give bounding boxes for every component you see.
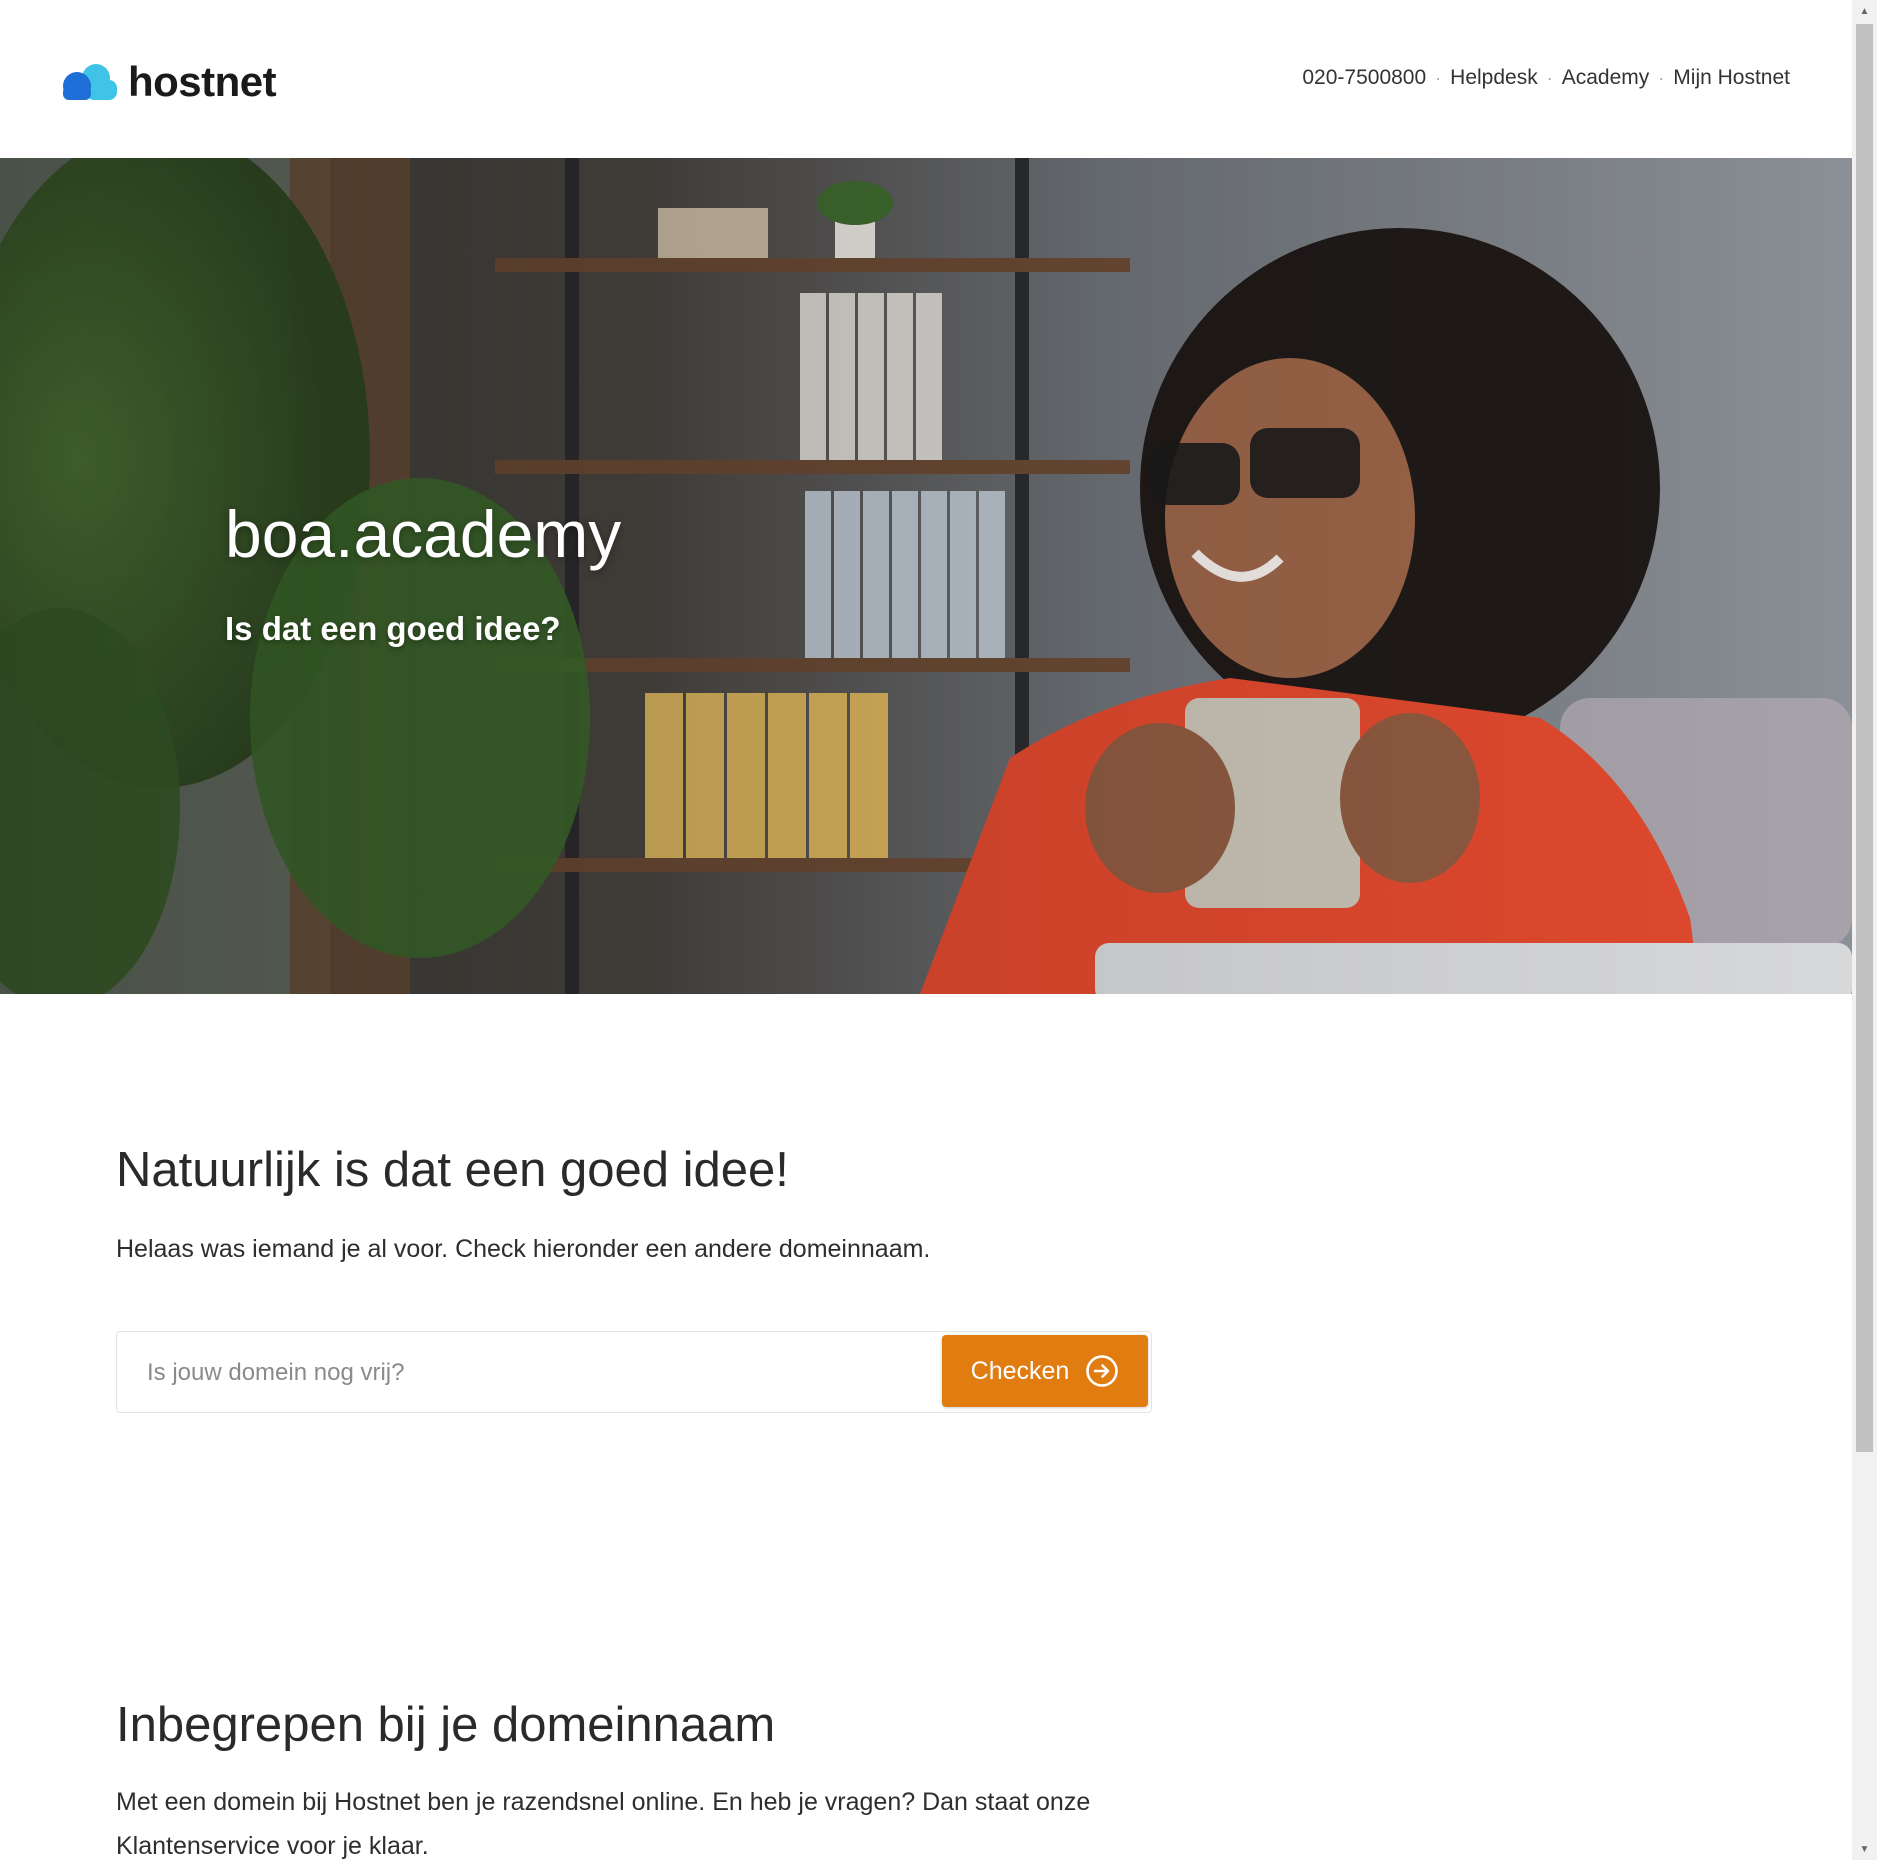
domain-search-bar: Checken [116, 1331, 1152, 1413]
included-text-line2: Klantenservice voor je klaar. [116, 1832, 429, 1860]
page: hostnet 020-7500800 · Helpdesk · Academy… [0, 0, 1852, 1860]
hero-question: Is dat een goed idee? [225, 610, 561, 647]
hero-photo [0, 158, 1852, 994]
top-nav: 020-7500800 · Helpdesk · Academy · Mijn … [1302, 66, 1790, 90]
result-text: Helaas was iemand je al voor. Check hier… [116, 1235, 931, 1263]
scroll-down-arrow-icon[interactable]: ▼ [1852, 1838, 1877, 1860]
nav-phone-link[interactable]: 020-7500800 [1302, 66, 1426, 90]
nav-academy-link[interactable]: Academy [1562, 66, 1650, 90]
nav-mijn-hostnet-link[interactable]: Mijn Hostnet [1673, 66, 1790, 90]
logo-text: hostnet [128, 58, 277, 105]
nav-separator: · [1546, 67, 1553, 88]
nav-helpdesk-link[interactable]: Helpdesk [1450, 66, 1538, 90]
hero-banner: boa.academy Is dat een goed idee? [0, 158, 1852, 994]
domain-search-input[interactable] [145, 1350, 909, 1396]
scrollbar-thumb[interactable] [1856, 24, 1873, 1452]
included-text-line1: Met een domein bij Hostnet ben je razend… [116, 1788, 1091, 1816]
nav-separator: · [1435, 67, 1442, 88]
nav-separator: · [1658, 67, 1665, 88]
arrow-right-circle-icon [1086, 1355, 1119, 1387]
check-button-label: Checken [970, 1356, 1070, 1385]
site-header: hostnet 020-7500800 · Helpdesk · Academy… [0, 0, 1852, 158]
included-heading: Inbegrepen bij je domeinnaam [116, 1698, 776, 1752]
cloud-logo-icon [63, 64, 117, 100]
result-heading: Natuurlijk is dat een goed idee! [116, 1143, 789, 1197]
scroll-up-arrow-icon[interactable]: ▲ [1852, 0, 1877, 22]
hero-domain-title: boa.academy [225, 497, 622, 571]
vertical-scrollbar[interactable]: ▲ ▼ [1852, 0, 1877, 1860]
check-domain-button[interactable]: Checken [942, 1335, 1148, 1407]
hostnet-logo[interactable]: hostnet [62, 58, 277, 106]
